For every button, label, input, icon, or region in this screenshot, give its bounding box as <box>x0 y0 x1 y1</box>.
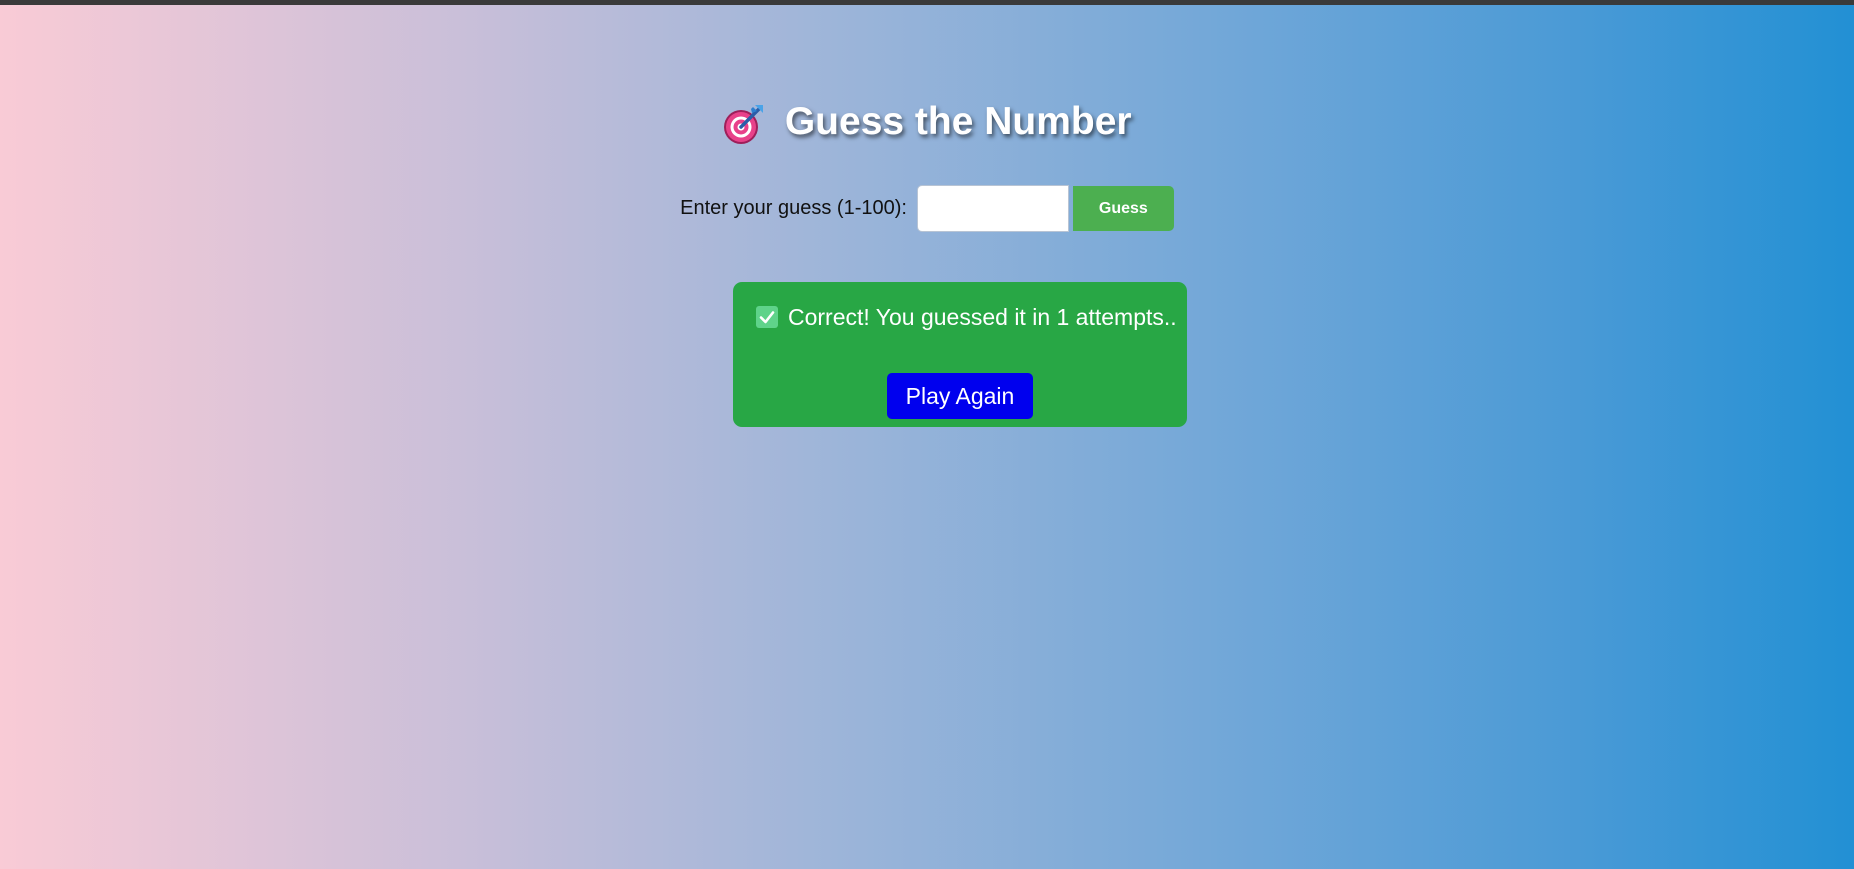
page-title: Guess the Number <box>784 100 1132 143</box>
page-header: Guess the Number <box>0 100 1854 150</box>
guess-button[interactable]: Guess <box>1072 186 1174 231</box>
play-again-button[interactable]: Play Again <box>887 373 1033 419</box>
result-panel: Correct! You guessed it in 1 attempts.. … <box>733 282 1187 427</box>
check-icon <box>756 306 778 328</box>
guess-form: Enter your guess (1-100): Guess <box>0 185 1854 232</box>
guess-input[interactable] <box>917 185 1070 232</box>
guess-label: Enter your guess (1-100): <box>680 197 907 219</box>
target-icon <box>722 102 766 146</box>
guess-game-app: Guess the Number Enter your guess (1-100… <box>0 0 1854 869</box>
result-message: Correct! You guessed it in 1 attempts.. <box>788 304 1177 330</box>
